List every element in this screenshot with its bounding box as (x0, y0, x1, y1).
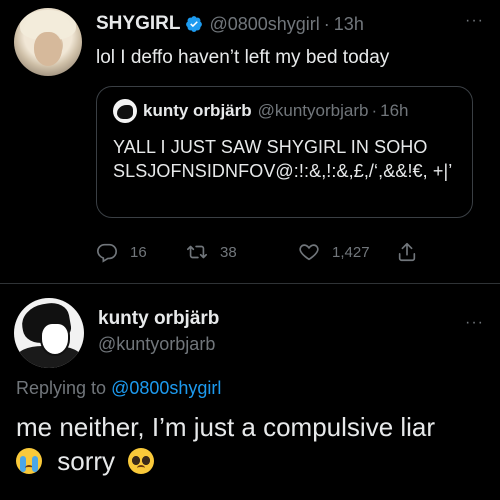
pleading-face-icon (128, 448, 155, 474)
author-avatar[interactable] (14, 8, 82, 76)
like-button[interactable]: 1,427 (298, 235, 370, 269)
share-icon (398, 242, 416, 262)
like-count: 1,427 (332, 243, 370, 261)
author-name[interactable]: SHYGIRL (96, 13, 180, 35)
reply-button[interactable]: 16 (96, 235, 147, 269)
retweet-button[interactable]: 38 (186, 235, 237, 269)
original-tweet[interactable]: SHYGIRL @0800shygirl · 13h ··· lol I def… (0, 0, 500, 283)
quoted-author-name: kunty orbjärb (143, 101, 252, 120)
separator-dot: · (323, 13, 330, 34)
tweet-text: lol I deffo haven’t left my bed today (96, 47, 390, 68)
reply-author-avatar[interactable] (14, 298, 84, 368)
quoted-tweet[interactable]: kunty orbjärb @kuntyorbjarb · 16h YALL I… (96, 86, 473, 218)
tweet-header: SHYGIRL @0800shygirl · 13h (96, 12, 364, 36)
reply-text-line1: me neither, I’m just a compulsive liar (16, 412, 436, 442)
quoted-separator-dot: · (371, 101, 378, 120)
tweet-divider (0, 283, 500, 284)
reply-text: me neither, I’m just a compulsive liar s… (16, 410, 491, 478)
reply-icon (97, 243, 117, 263)
share-button[interactable] (396, 235, 418, 269)
heart-icon (299, 244, 319, 261)
quoted-author-handle: @kuntyorbjarb (257, 101, 369, 120)
quoted-author-avatar (113, 99, 137, 123)
tweet-actions: 16 38 1,427 (96, 235, 476, 269)
reply-text-line2: sorry (16, 444, 491, 478)
reply-author-handle[interactable]: @kuntyorbjarb (98, 334, 215, 355)
retweet-icon (187, 245, 207, 259)
reply-text-sorry: sorry (57, 446, 116, 476)
avatar-face (40, 322, 70, 356)
replying-to-handle[interactable]: @0800shygirl (111, 378, 221, 398)
reply-more-options-icon[interactable]: ··· (465, 314, 484, 332)
quoted-tweet-text: YALL I JUST SAW SHYGIRL IN SOHO SLSJOFNS… (113, 137, 453, 181)
verified-badge-icon (185, 15, 203, 33)
replying-to-label: Replying to (16, 378, 107, 398)
replying-to-line: Replying to @0800shygirl (16, 378, 221, 399)
avatar-face (34, 32, 62, 66)
author-handle[interactable]: @0800shygirl (209, 14, 319, 35)
quoted-tweet-time: 16h (380, 101, 409, 120)
reply-author-name[interactable]: kunty orbjärb (98, 308, 219, 330)
reply-count: 16 (130, 243, 147, 261)
more-options-icon[interactable]: ··· (465, 12, 484, 30)
loudly-crying-face-icon (16, 448, 42, 474)
retweet-count: 38 (220, 243, 237, 261)
quoted-tweet-header: kunty orbjärb @kuntyorbjarb · 16h (113, 99, 408, 123)
tweet-time[interactable]: 13h (334, 14, 364, 35)
